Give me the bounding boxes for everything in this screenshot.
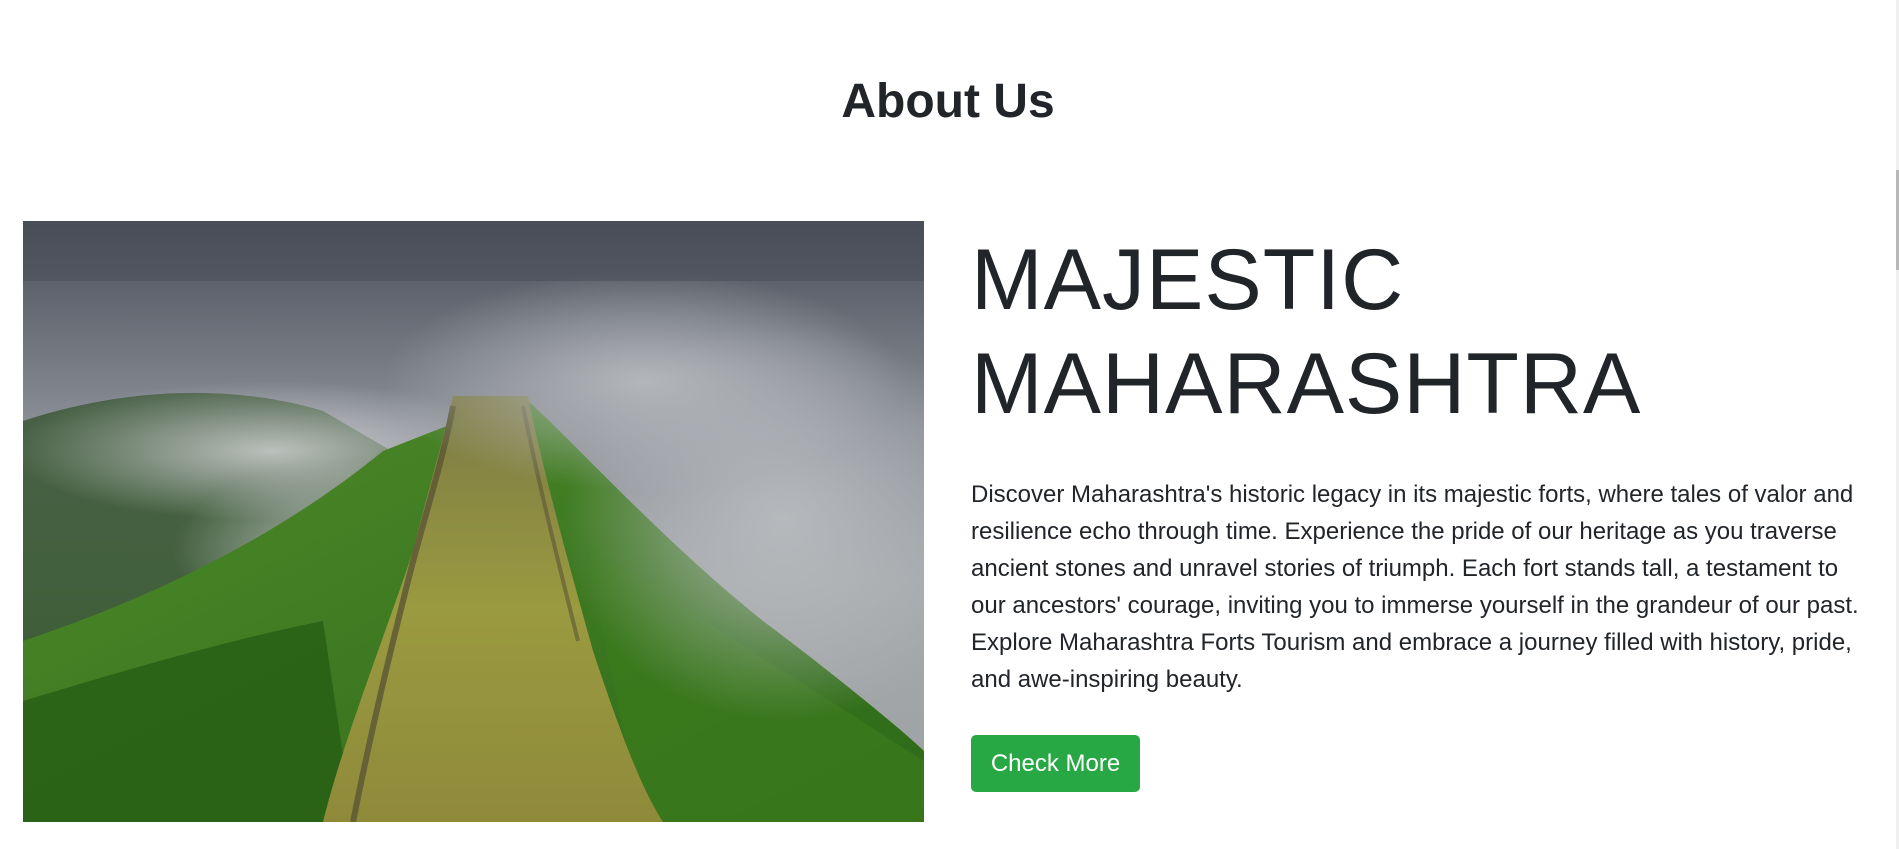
check-more-button[interactable]: Check More: [971, 735, 1140, 792]
about-content: MAJESTIC MAHARASHTRA Discover Maharashtr…: [971, 228, 1871, 698]
hero-heading: MAJESTIC MAHARASHTRA: [971, 228, 1871, 436]
hero-heading-line2: MAHARASHTRA: [971, 336, 1642, 432]
about-description: Discover Maharashtra's historic legacy i…: [971, 481, 1859, 693]
hero-heading-line1: MAJESTIC: [971, 232, 1405, 328]
section-title: About Us: [841, 75, 1055, 128]
fort-ridge-image: [23, 221, 924, 822]
about-section: About Us MAJESTIC MAHARASHTRA Discover M…: [0, 0, 1899, 849]
